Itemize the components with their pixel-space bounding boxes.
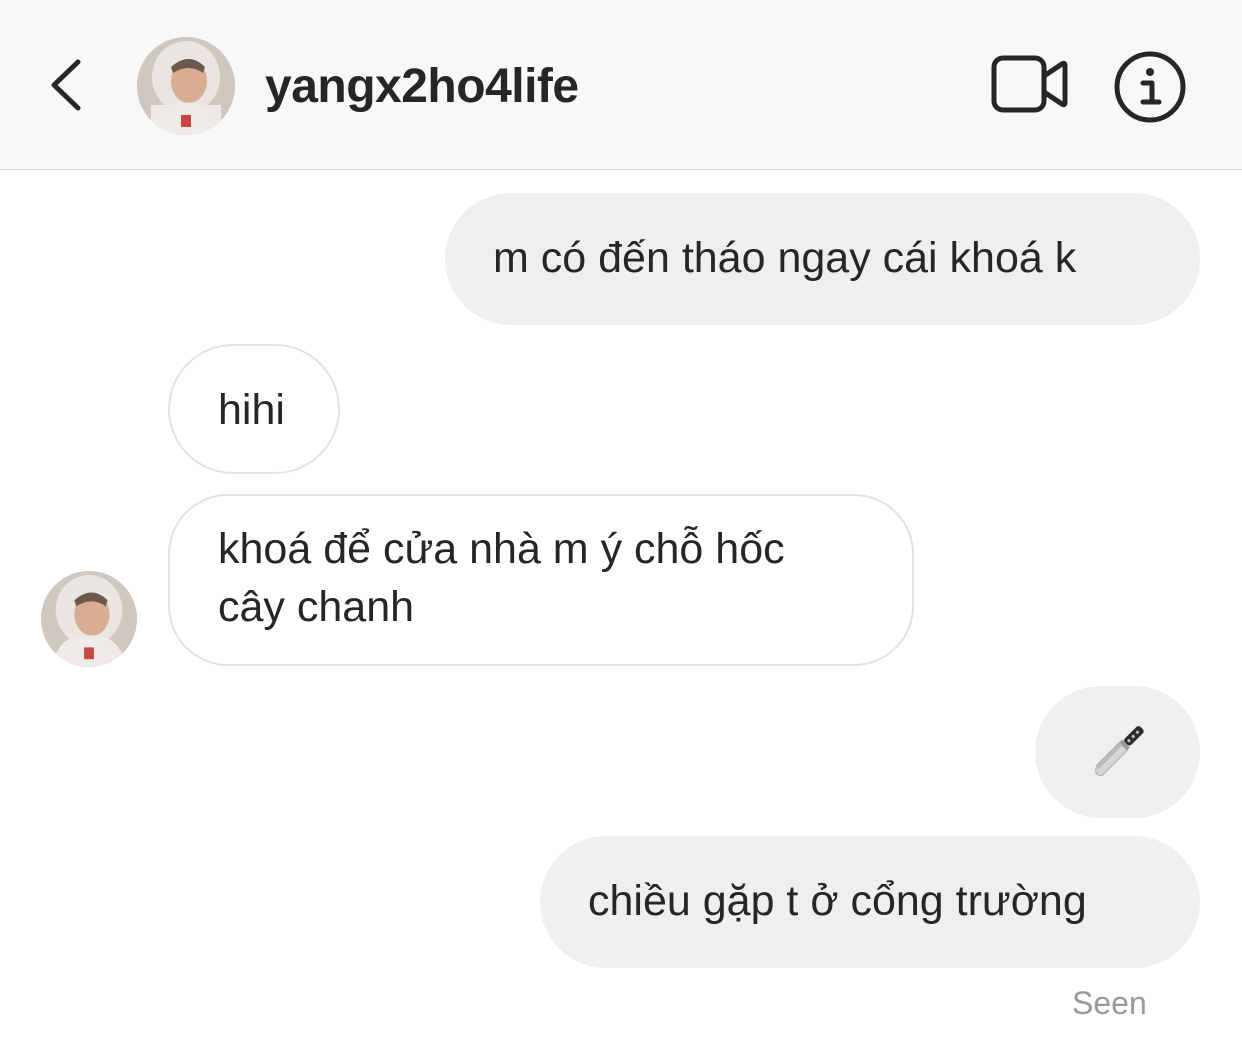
message-bubble-outgoing[interactable]: m có đến tháo ngay cái khoá k <box>445 193 1200 325</box>
message-bubble-incoming[interactable]: hihi <box>168 344 340 474</box>
info-icon <box>1114 51 1186 123</box>
message-bubble-outgoing-emoji[interactable] <box>1035 686 1200 818</box>
message-bubble-outgoing[interactable]: chiều gặp t ở cổng trường <box>540 836 1200 968</box>
message-text: m có đến tháo ngay cái khoá k <box>493 234 1077 282</box>
message-text-line: khoá để cửa nhà m ý chỗ hốc <box>218 525 785 573</box>
message-text-line: cây chanh <box>218 583 415 631</box>
seen-status: Seen <box>1072 985 1147 1021</box>
profile-photo <box>41 571 137 667</box>
message-bubble-incoming[interactable]: khoá để cửa nhà m ý chỗ hốc cây chanh <box>168 494 914 666</box>
video-call-button[interactable] <box>990 52 1070 116</box>
message-text: chiều gặp t ở cổng trường <box>588 877 1087 925</box>
chat-header: yangx2ho4life <box>0 0 1242 170</box>
back-button[interactable] <box>36 50 96 120</box>
message-text: hihi <box>218 386 285 434</box>
kitchen-knife-icon <box>1095 726 1144 777</box>
video-camera-icon <box>991 55 1068 113</box>
chevron-left-icon <box>51 59 81 111</box>
profile-photo <box>137 37 235 135</box>
info-button[interactable] <box>1112 49 1188 125</box>
chat-username[interactable]: yangx2ho4life <box>265 57 579 117</box>
avatar[interactable] <box>137 37 235 135</box>
sender-avatar[interactable] <box>41 571 137 667</box>
